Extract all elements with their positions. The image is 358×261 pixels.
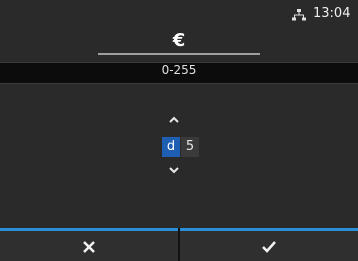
status-bar: 13:04 [0,0,358,28]
cancel-button[interactable] [0,228,178,261]
chevron-up-icon[interactable] [168,114,180,126]
range-label: 0-255 [161,63,197,77]
clock: 13:04 [313,6,351,21]
chevron-down-icon[interactable] [168,164,180,176]
button-bar [0,228,358,261]
title-underline [98,53,260,55]
page-title: € [172,30,186,51]
network-icon [292,9,306,21]
checkmark-icon [262,241,276,253]
digit-field[interactable]: 5 [181,137,199,157]
screen: 13:04 € 0-255 d 5 [0,0,358,261]
ok-button[interactable] [180,228,358,261]
cancel-icon [83,241,95,253]
digit-field-selected[interactable]: d [162,137,180,157]
